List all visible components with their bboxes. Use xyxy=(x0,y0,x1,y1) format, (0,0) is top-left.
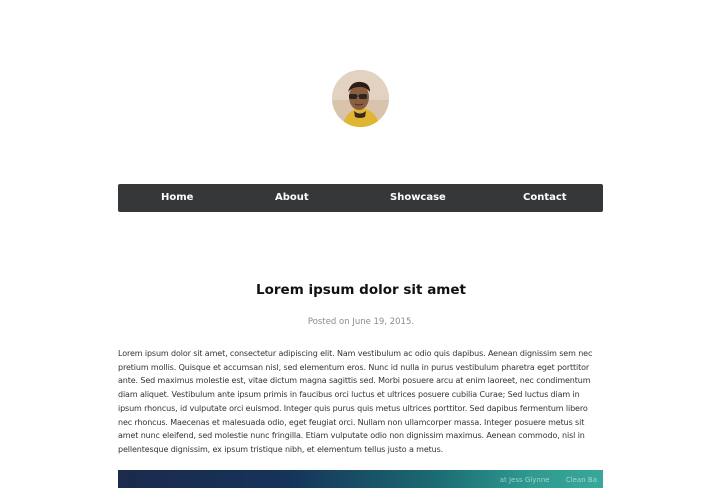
banner-caption-artist: at Jess Glynne xyxy=(499,476,550,484)
avatar xyxy=(332,70,389,127)
post-title: Lorem ipsum dolor sit amet xyxy=(256,282,466,298)
banner-caption-title: Clean Ba xyxy=(565,476,597,484)
nav-link-home[interactable]: Home xyxy=(161,184,193,212)
nav-link-contact[interactable]: Contact xyxy=(523,184,567,212)
nav-link-about[interactable]: About xyxy=(275,184,309,212)
post-date-link[interactable]: June 19, 2015. xyxy=(352,317,414,327)
avatar-photo xyxy=(332,70,389,127)
featured-image-banner: at Jess Glynne Clean Ba xyxy=(118,470,603,488)
post-body: Lorem ipsum dolor sit amet, consectetur … xyxy=(118,349,593,454)
post-meta-prefix: Posted on xyxy=(307,317,350,327)
post-meta: Posted on June 19, 2015. xyxy=(0,317,722,327)
nav-link-showcase[interactable]: Showcase xyxy=(390,184,446,212)
main-navigation: Home About Showcase Contact xyxy=(118,184,603,212)
banner-caption: at Jess Glynne Clean Ba xyxy=(486,476,597,484)
